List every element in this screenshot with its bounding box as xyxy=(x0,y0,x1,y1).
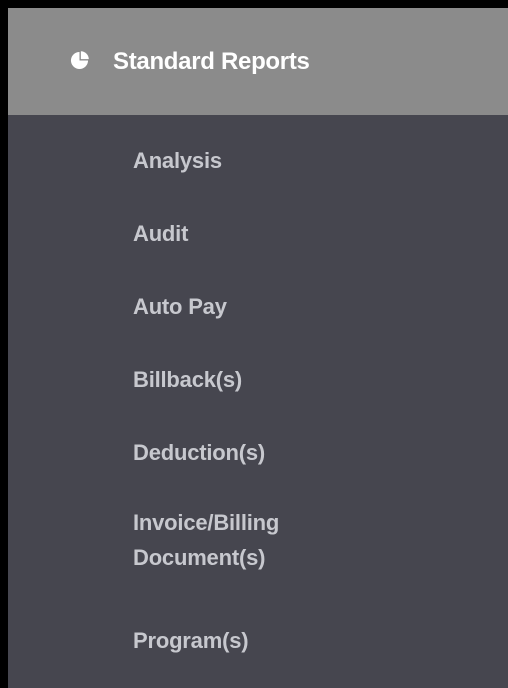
menu-item-auto-pay[interactable]: Auto Pay xyxy=(133,289,227,324)
pie-chart-icon xyxy=(70,51,89,70)
menu-item-programs[interactable]: Program(s) xyxy=(133,623,249,658)
menu-item-audit[interactable]: Audit xyxy=(133,216,188,251)
menu-item-billbacks[interactable]: Billback(s) xyxy=(133,362,242,397)
menu-item-analysis[interactable]: Analysis xyxy=(133,143,222,178)
standard-reports-label: Standard Reports xyxy=(113,48,310,75)
menu-item-deductions[interactable]: Deduction(s) xyxy=(133,435,265,470)
reports-sidebar-panel: Standard Reports Analysis Audit Auto Pay… xyxy=(8,8,508,688)
standard-reports-menu-header[interactable]: Standard Reports xyxy=(8,8,508,115)
menu-item-invoice-billing-documents[interactable]: Invoice/Billing Document(s) xyxy=(133,505,393,575)
